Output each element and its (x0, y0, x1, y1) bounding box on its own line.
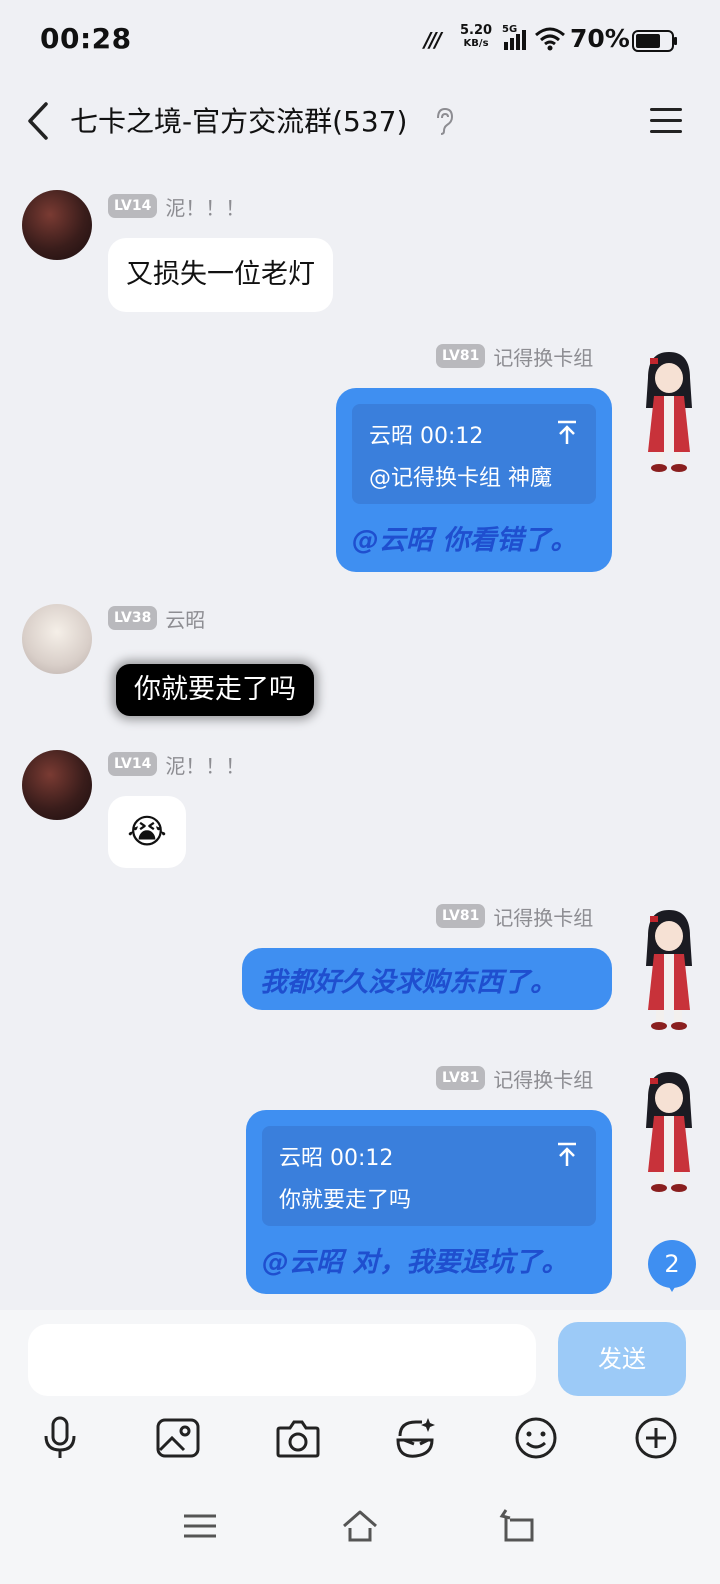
quote-header: 云昭 00:12 (279, 1146, 394, 1171)
message-bubble[interactable]: 云昭 00:12 你就要走了吗 @云昭 对，我要退坑了。 (246, 1110, 612, 1294)
message-meta: LV38 云昭 (108, 604, 205, 632)
level-badge: LV14 (108, 194, 158, 218)
microphone-icon[interactable] (36, 1414, 84, 1462)
message-bubble[interactable]: 又损失一位老灯 (108, 238, 333, 312)
message-meta: LV81 记得换卡组 (436, 902, 593, 930)
unread-badge[interactable]: 2 (648, 1240, 696, 1288)
avatar[interactable] (634, 1068, 704, 1198)
scroll-to-top-icon[interactable] (556, 1142, 578, 1168)
status-bar: 00:28 /// 5.20 KB/s 5G 70% (0, 0, 720, 80)
avatar[interactable] (22, 604, 92, 674)
menu-icon[interactable] (180, 1506, 220, 1546)
menu-button[interactable] (646, 102, 686, 140)
send-button[interactable]: 发送 (558, 1322, 686, 1396)
emoji-message[interactable]: 😭 (108, 796, 186, 868)
status-time: 00:28 (40, 22, 132, 55)
nickname[interactable]: 泥！！！ (165, 750, 245, 779)
message-meta: LV81 记得换卡组 (436, 1064, 593, 1092)
scroll-to-top-icon[interactable] (556, 420, 578, 446)
message-text: 我都好久没求购东西了。 (260, 967, 557, 998)
message-input[interactable] (28, 1324, 536, 1396)
unread-badge-tail (666, 1282, 678, 1292)
message-text: @云昭 你看错了。 (352, 525, 578, 556)
quote-header: 云昭 00:12 (369, 424, 484, 449)
wifi-icon (535, 27, 565, 51)
level-badge: LV81 (436, 344, 486, 368)
level-badge: LV81 (436, 904, 486, 928)
network-speed-unit: KB/s (463, 38, 489, 49)
level-badge: LV81 (436, 1066, 486, 1090)
level-badge: LV38 (108, 606, 158, 630)
back-button[interactable] (20, 98, 60, 144)
network-speed: 5.20 KB/s (460, 24, 492, 50)
plus-icon[interactable] (632, 1414, 680, 1462)
battery-percent: 70% (570, 24, 630, 53)
message-meta: LV81 记得换卡组 (436, 342, 593, 370)
chat-header: 七卡之境-官方交流群(537) (0, 80, 720, 162)
quoted-message[interactable]: 云昭 00:12 @记得换卡组 神魔 (352, 404, 596, 504)
avatar[interactable] (22, 190, 92, 260)
nickname[interactable]: 云昭 (165, 604, 205, 633)
quote-body: 你就要走了吗 (279, 1188, 412, 1213)
nickname[interactable]: 记得换卡组 (493, 1064, 593, 1093)
back-icon[interactable] (498, 1506, 538, 1546)
level-badge: LV14 (108, 752, 158, 776)
network-speed-value: 5.20 (460, 23, 493, 38)
camera-icon[interactable] (274, 1414, 322, 1462)
nickname[interactable]: 记得换卡组 (493, 902, 593, 931)
avatar[interactable] (22, 750, 92, 820)
face-effect-icon[interactable] (392, 1414, 440, 1462)
message-text: @云昭 对，我要退坑了。 (262, 1247, 569, 1278)
quoted-message[interactable]: 云昭 00:12 你就要走了吗 (262, 1126, 596, 1226)
avatar[interactable] (634, 906, 704, 1036)
quote-body: @记得换卡组 神魔 (369, 466, 552, 491)
message-bubble[interactable]: 云昭 00:12 @记得换卡组 神魔 @云昭 你看错了。 (336, 388, 612, 572)
home-icon[interactable] (340, 1506, 380, 1546)
ear-icon[interactable] (432, 106, 456, 136)
emoji-icon[interactable] (512, 1414, 560, 1462)
avatar[interactable] (634, 348, 704, 478)
message-bubble[interactable]: 你就要走了吗 (116, 664, 314, 716)
network-logo-icon: /// (424, 28, 442, 52)
message-meta: LV14 泥！！！ (108, 750, 245, 778)
input-area: 发送 (0, 1310, 720, 1584)
message-meta: LV14 泥！！！ (108, 192, 245, 220)
battery-icon (632, 30, 677, 52)
nickname[interactable]: 记得换卡组 (493, 342, 593, 371)
message-bubble[interactable]: 我都好久没求购东西了。 (242, 948, 612, 1010)
image-icon[interactable] (154, 1414, 202, 1462)
chat-title[interactable]: 七卡之境-官方交流群(537) (70, 100, 407, 140)
nickname[interactable]: 泥！！！ (165, 192, 245, 221)
signal-icon (504, 30, 526, 50)
